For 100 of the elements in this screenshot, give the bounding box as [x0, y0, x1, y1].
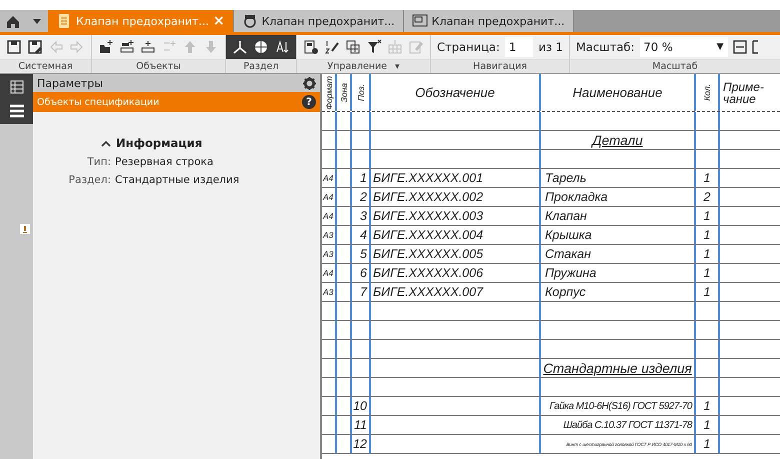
name-cell: Гайка М10-6H(S16) ГОСТ 5927-70	[550, 400, 692, 412]
quantity-cell: 2	[704, 190, 710, 204]
sort-icon[interactable]	[274, 39, 290, 55]
document-icon	[56, 13, 72, 29]
designation-cell: БИГЕ.XXXXXX.005	[373, 247, 484, 261]
name-cell: Тарель	[545, 171, 586, 185]
page-label: Страница:	[437, 40, 500, 54]
small-icon[interactable]	[20, 224, 30, 234]
position-cell: 3	[360, 209, 367, 223]
field-value: Резервная строка	[115, 156, 214, 168]
quantity-cell: 1	[704, 399, 710, 413]
column-header: Приме- чание	[722, 78, 765, 108]
document-tab[interactable]: Клапан предохранит...	[404, 10, 574, 32]
toolbar-group-label: Системная	[18, 61, 73, 72]
save-icon[interactable]	[6, 39, 22, 55]
column-header: Обозначение	[371, 74, 541, 111]
format-cell: А4	[323, 268, 334, 278]
home-button[interactable]	[0, 10, 26, 32]
position-cell: 7	[360, 285, 367, 299]
section-title: Детали	[592, 132, 643, 148]
name-cell: Корпус	[545, 285, 586, 299]
toolbar-group-label: Объекты	[136, 61, 181, 72]
quantity-cell: 1	[704, 247, 710, 261]
document-tab[interactable]: Клапан предохранит...	[234, 10, 404, 32]
page-count: из 1	[538, 40, 563, 54]
toolbar-group-label: Масштаб	[652, 61, 698, 72]
zoom-label: Масштаб:	[576, 40, 635, 54]
position-cell: 1	[360, 171, 367, 185]
designation-cell: БИГЕ.XXXXXX.004	[373, 228, 484, 242]
copy-icon[interactable]	[345, 39, 361, 55]
quantity-cell: 1	[704, 285, 710, 299]
house-icon	[6, 14, 20, 28]
format-cell: А4	[323, 211, 334, 221]
position-cell: 6	[360, 266, 367, 280]
designation-cell: БИГЕ.XXXXXX.006	[373, 266, 484, 280]
settings-icon[interactable]	[303, 76, 316, 90]
position-cell: 11	[354, 418, 367, 432]
add-row-icon[interactable]	[119, 39, 135, 55]
zoom-dropdown[interactable]: 70 % ▼	[640, 37, 728, 57]
quantity-cell: 1	[704, 418, 710, 432]
position-cell: 2	[360, 190, 367, 204]
name-cell: Крышка	[545, 228, 592, 242]
format-cell: А3	[323, 287, 334, 297]
toolbar-group-label: Управление	[327, 61, 388, 72]
save-as-icon[interactable]	[27, 39, 43, 55]
format-cell: А4	[323, 173, 334, 183]
caret-icon	[33, 18, 41, 24]
column-header: Зона	[337, 74, 352, 111]
information-section-toggle[interactable]: Информация	[101, 136, 320, 150]
filter-icon[interactable]	[366, 39, 382, 55]
name-cell: Прокладка	[545, 190, 608, 204]
name-cell: Клапан	[545, 209, 587, 223]
add-object-icon[interactable]	[98, 39, 114, 55]
section-title: Стандартные изделия	[543, 360, 692, 376]
quantity-cell: 1	[704, 437, 710, 451]
field-label: Тип:	[86, 156, 111, 168]
add-reserve-icon[interactable]	[140, 39, 156, 55]
name-cell: Пружина	[545, 266, 596, 280]
position-cell: 4	[360, 228, 367, 242]
quantity-cell: 1	[704, 209, 710, 223]
fit-width-icon[interactable]	[732, 40, 747, 54]
axis-icon[interactable]	[232, 39, 248, 55]
field-label: Раздел:	[68, 174, 111, 186]
help-button[interactable]: ?	[302, 95, 316, 109]
drawing-icon	[412, 13, 428, 29]
quantity-cell: 1	[704, 266, 710, 280]
position-cell: 5	[360, 247, 367, 261]
designation-cell: БИГЕ.XXXXXX.003	[373, 209, 484, 223]
tab-menu-button[interactable]	[26, 10, 48, 32]
toolbar-group-label: Раздел	[243, 61, 279, 72]
quantity-cell: 1	[704, 171, 710, 185]
part-icon	[242, 13, 258, 29]
format-cell: А3	[323, 230, 334, 240]
numbering-icon[interactable]	[324, 39, 340, 55]
tab-label: Клапан предохранит...	[432, 14, 565, 28]
fit-page-icon[interactable]	[752, 40, 758, 54]
name-cell: Стакан	[545, 247, 591, 261]
page-field[interactable]: 1	[504, 37, 534, 57]
position-cell: 10	[353, 399, 367, 413]
column-header: Поз.	[352, 74, 371, 111]
position-cell: 12	[353, 437, 367, 451]
quantity-cell: 1	[704, 228, 710, 242]
column-header: Кол.	[696, 74, 720, 111]
designation-cell: БИГЕ.XXXXXX.001	[373, 171, 484, 185]
column-header: Формат	[322, 74, 337, 111]
tab-label: Клапан предохранит...	[262, 14, 395, 28]
toolbar-group-label: Навигация	[473, 61, 527, 72]
tab-label: Клапан предохранит...	[76, 14, 209, 28]
panel-title: Параметры	[37, 76, 103, 90]
menu-icon[interactable]	[8, 104, 24, 118]
format-cell: А4	[323, 192, 334, 202]
group-menu-button[interactable]: ▾	[395, 62, 400, 72]
designation-cell: БИГЕ.XXXXXX.007	[373, 285, 484, 299]
doc-settings-icon[interactable]	[303, 39, 319, 55]
field-value: Стандартные изделия	[115, 174, 240, 186]
panel-subtitle: Объекты спецификации	[37, 96, 160, 108]
name-cell: Шайба С.10.37 ГОСТ 11371-78	[563, 420, 692, 430]
designation-cell: БИГЕ.XXXXXX.002	[373, 190, 484, 204]
column-header: Наименование	[541, 74, 696, 111]
format-cell: А3	[323, 249, 334, 259]
